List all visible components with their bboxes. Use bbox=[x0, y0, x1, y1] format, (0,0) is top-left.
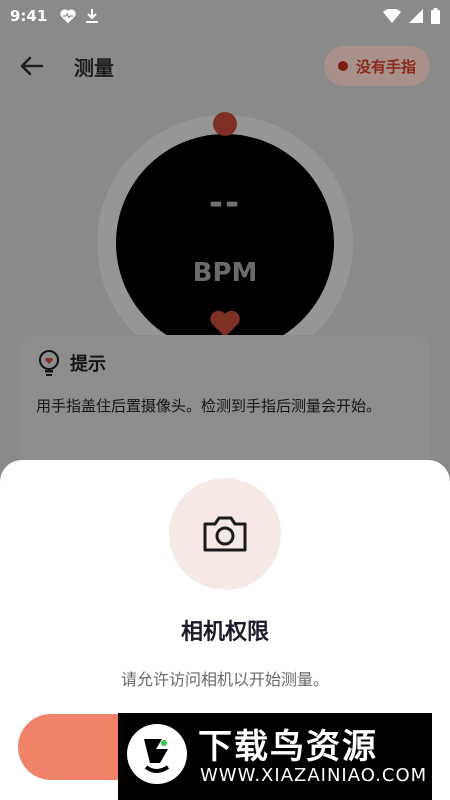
battery-icon bbox=[431, 8, 440, 24]
wifi-icon bbox=[383, 9, 401, 23]
tip-title: 提示 bbox=[70, 354, 106, 375]
lightbulb-icon bbox=[39, 350, 59, 376]
bpm-reading: -- bbox=[208, 183, 242, 223]
tip-header: 提示 bbox=[36, 349, 106, 377]
watermark-banner: 下载鸟资源 WWW.XIAZAINIAO.COM bbox=[118, 713, 432, 800]
status-notification-icons bbox=[59, 8, 99, 24]
status-dot-icon bbox=[337, 61, 348, 71]
app-bar: 测量 没有手指 bbox=[0, 38, 450, 94]
watermark-url: WWW.XIAZAINIAO.COM bbox=[200, 765, 428, 786]
sheet-title: 相机权限 bbox=[180, 620, 269, 645]
camera-icon bbox=[203, 516, 247, 552]
bpm-unit-label: BPM bbox=[192, 258, 258, 288]
signal-icon bbox=[409, 9, 423, 23]
progress-indicator bbox=[213, 112, 237, 136]
status-system-icons bbox=[383, 8, 440, 24]
arrow-left-icon bbox=[20, 56, 44, 76]
back-button[interactable] bbox=[16, 50, 48, 82]
watermark-brand: 下载鸟资源 bbox=[198, 727, 378, 767]
status-time: 9:41 bbox=[10, 7, 48, 25]
watermark-logo bbox=[127, 724, 187, 784]
tip-card: 提示 用手指盖住后置摄像头。检测到手指后测量会开始。 bbox=[20, 335, 430, 470]
sheet-description: 请允许访问相机以开始测量。 bbox=[120, 670, 329, 689]
page-title: 测量 bbox=[74, 56, 114, 80]
heart-icon bbox=[210, 310, 240, 337]
download-icon bbox=[86, 9, 99, 23]
finger-status-label: 没有手指 bbox=[355, 57, 416, 76]
heart-notification-icon bbox=[60, 9, 76, 24]
status-bar: 9:41 bbox=[0, 0, 450, 32]
camera-icon-container bbox=[169, 478, 281, 590]
tip-text: 用手指盖住后置摄像头。检测到手指后测量会开始。 bbox=[36, 397, 382, 415]
finger-status-badge: 没有手指 bbox=[323, 46, 430, 86]
